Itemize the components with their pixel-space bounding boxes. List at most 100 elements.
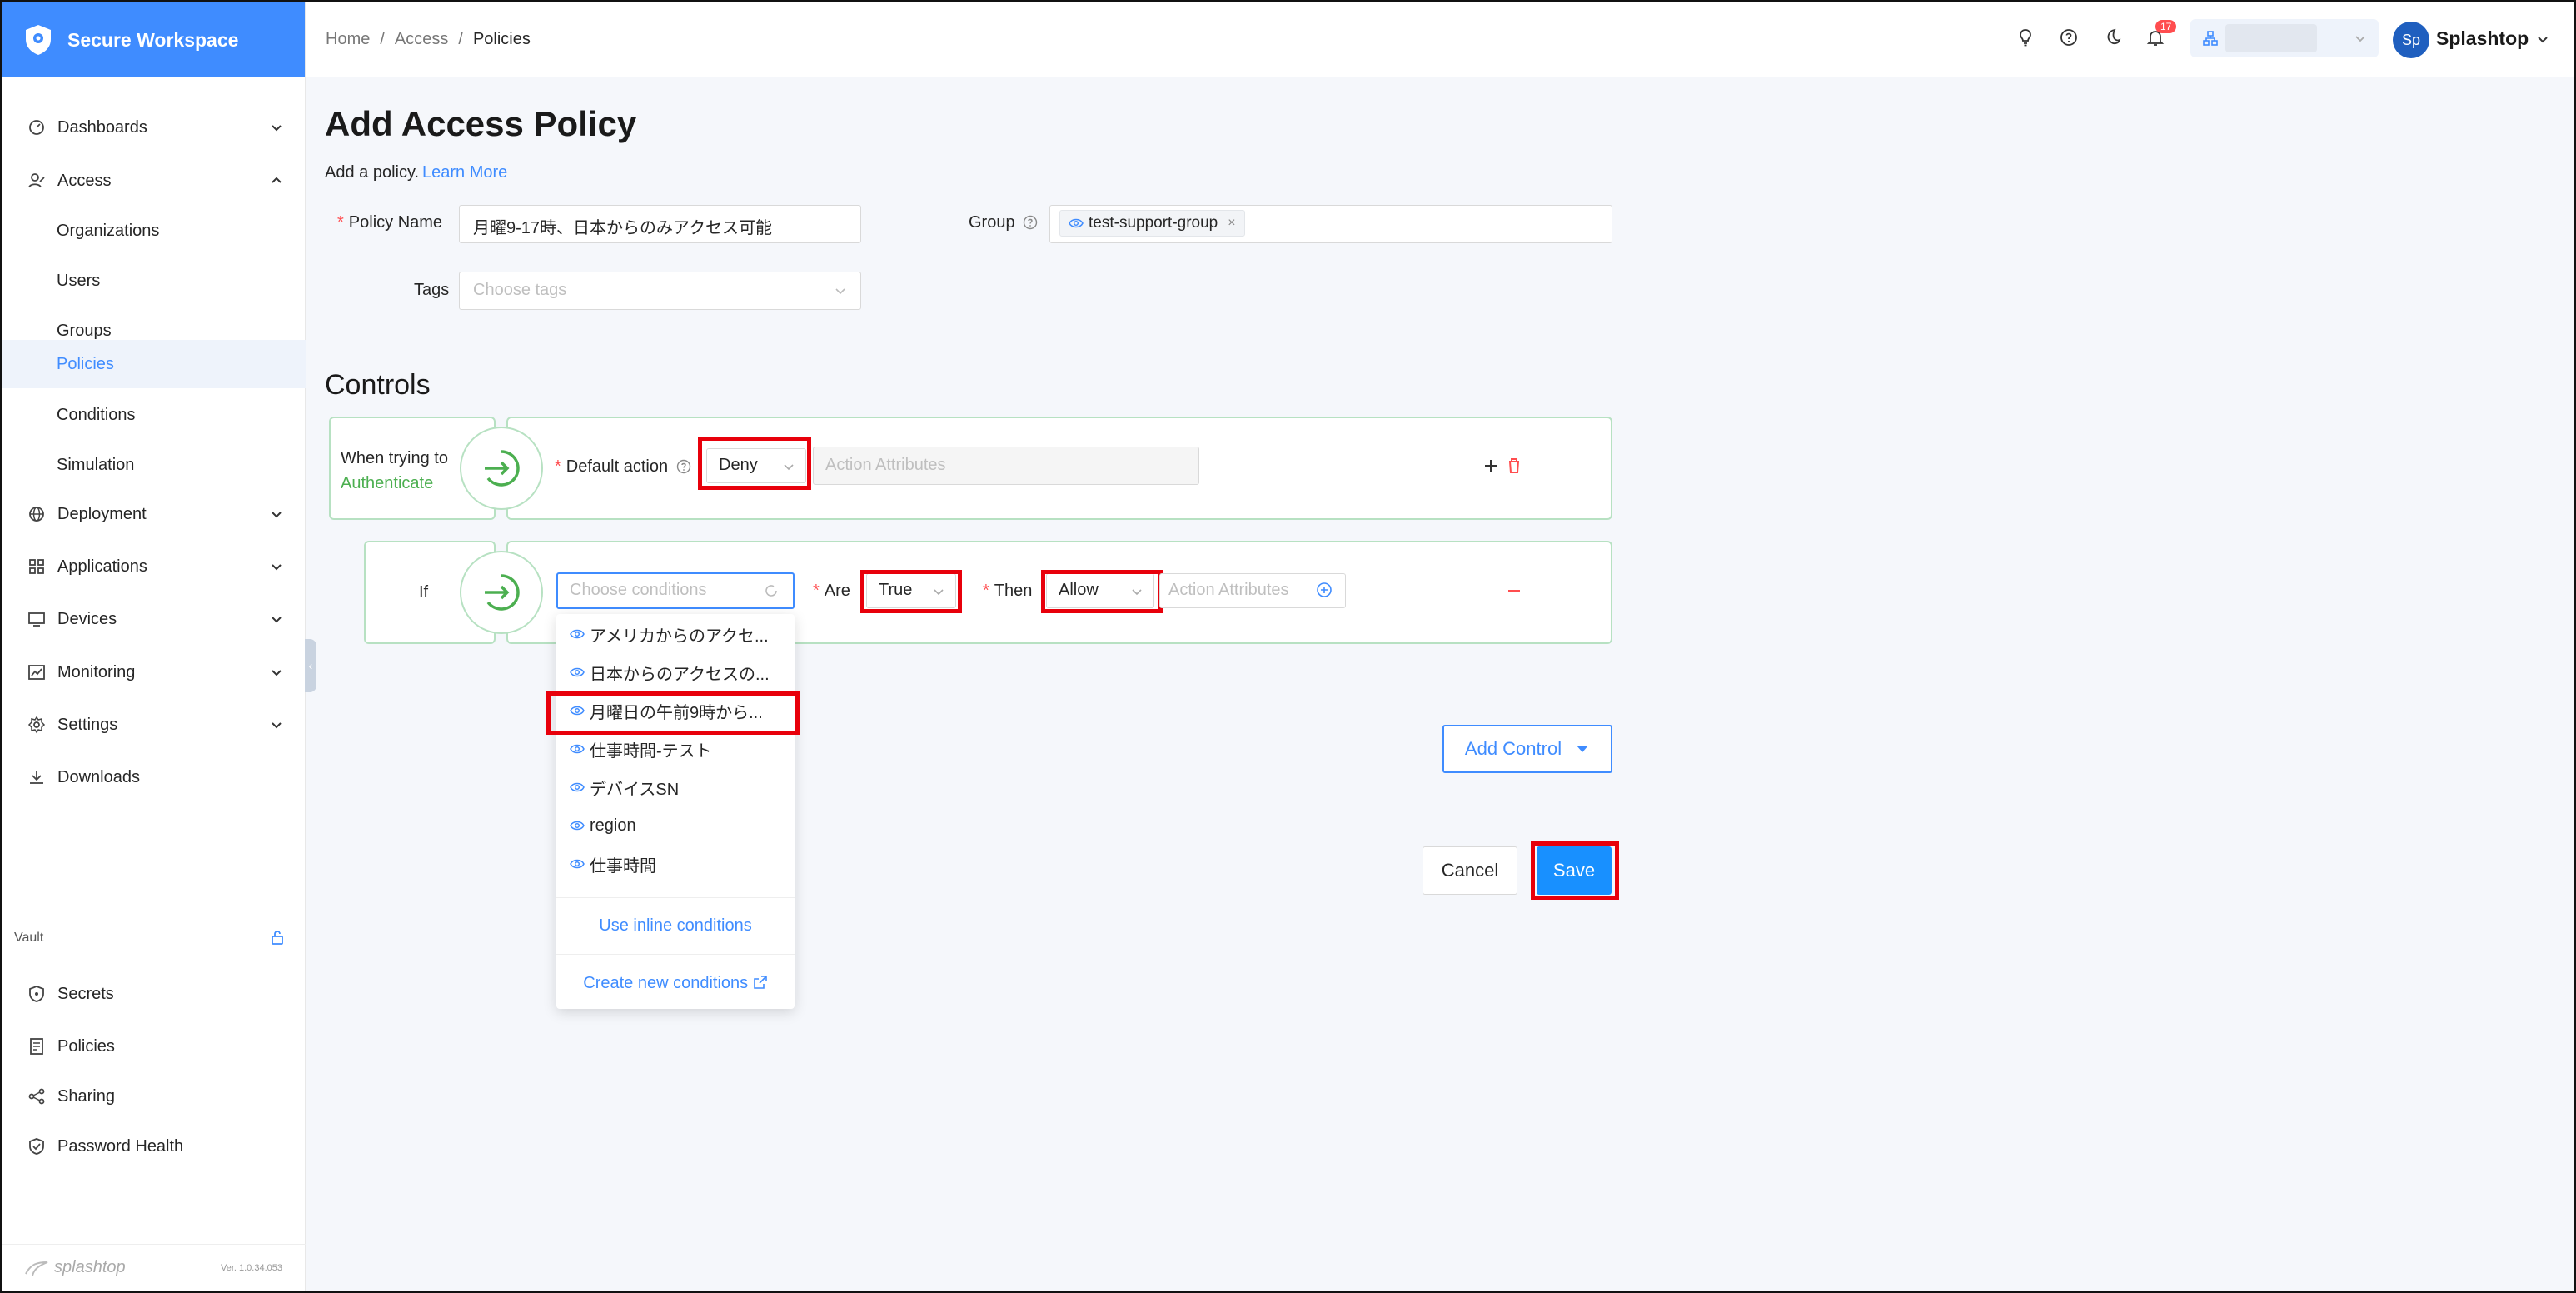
page-subtitle: Add a policy. Learn More	[325, 163, 508, 182]
chevron-down-icon	[2355, 36, 2365, 42]
external-link-icon	[753, 976, 767, 989]
cancel-button[interactable]: Cancel	[1423, 846, 1517, 895]
add-circle-icon[interactable]	[1316, 582, 1333, 598]
eye-icon	[570, 821, 585, 831]
screenshot-frame	[0, 0, 2576, 1293]
eye-icon	[570, 782, 585, 792]
plus-icon[interactable]	[1481, 456, 1501, 476]
chevron-down-icon	[272, 125, 282, 132]
chevron-down-icon[interactable]	[2535, 32, 2550, 47]
minus-icon[interactable]	[1504, 581, 1524, 601]
learn-more-link[interactable]: Learn More	[422, 163, 507, 182]
sidebar-subitem-simulation[interactable]: Simulation	[2, 441, 306, 489]
user-name[interactable]: Splashtop	[2436, 27, 2529, 50]
tags-select[interactable]: Choose tags	[459, 272, 861, 310]
eye-icon	[570, 859, 585, 869]
sidebar-subitem-users[interactable]: Users	[2, 257, 306, 305]
shield-check-icon	[29, 1138, 44, 1155]
lightbulb-icon[interactable]	[2015, 27, 2035, 47]
sidebar-item-monitoring[interactable]: Monitoring	[2, 649, 306, 696]
loading-icon	[765, 585, 777, 597]
chevron-down-icon	[272, 722, 282, 729]
breadcrumb-separator: /	[458, 30, 463, 48]
trash-icon[interactable]	[1504, 456, 1524, 476]
chart-icon	[28, 665, 45, 680]
default-action-select[interactable]: Deny	[706, 448, 806, 483]
eye-icon	[570, 744, 585, 754]
avatar[interactable]: Sp	[2393, 22, 2429, 58]
default-action-label: * Default action	[555, 457, 691, 477]
create-new-conditions-link[interactable]: Create new conditions	[556, 974, 795, 993]
chevron-down-icon	[1132, 589, 1142, 596]
unlock-icon[interactable]	[269, 929, 286, 946]
globe-icon	[29, 507, 44, 522]
chevron-down-icon	[784, 464, 794, 471]
page-title: Add Access Policy	[325, 104, 637, 143]
sidebar-item-vault-policies[interactable]: Policies	[2, 1023, 306, 1070]
dropdown-option[interactable]: 仕事時間	[570, 849, 656, 879]
dropdown-option[interactable]: 日本からのアクセスの...	[570, 657, 770, 687]
sidebar-item-label: Deployment	[57, 504, 147, 523]
remove-chip-icon[interactable]: ×	[1228, 216, 1235, 231]
sidebar-collapse-handle[interactable]: ‹	[305, 639, 316, 692]
conditions-select[interactable]: Choose conditions	[556, 572, 795, 609]
dropdown-option-selected[interactable]: 月曜日の午前9時から...	[570, 696, 763, 726]
then-select[interactable]: Allow	[1046, 573, 1154, 608]
policy-name-label: * Policy Name	[337, 213, 443, 232]
splashtop-footer-logo: splashtop	[24, 1258, 126, 1277]
apps-icon	[29, 559, 44, 574]
sidebar-item-downloads[interactable]: Downloads	[2, 754, 306, 801]
sidebar-item-label: Sharing	[57, 1086, 115, 1106]
if-label: If	[419, 583, 429, 602]
sidebar-item-sharing[interactable]: Sharing	[2, 1073, 306, 1120]
caret-down-icon	[1577, 746, 1589, 752]
dropdown-option[interactable]: デバイスSN	[570, 772, 679, 802]
brand-name: Secure Workspace	[67, 28, 239, 51]
chevron-down-icon	[835, 288, 845, 295]
monitor-icon	[28, 612, 45, 627]
sidebar-item-deployment[interactable]: Deployment	[2, 491, 306, 537]
dark-mode-icon[interactable]	[2102, 27, 2122, 47]
sidebar-item-dashboards[interactable]: Dashboards	[2, 104, 306, 151]
dropdown-option[interactable]: アメリカからのアクセ...	[570, 619, 769, 649]
save-button[interactable]: Save	[1537, 846, 1612, 895]
breadcrumb-access[interactable]: Access	[395, 30, 448, 49]
sidebar-subitem-organizations[interactable]: Organizations	[2, 207, 306, 255]
sidebar-subitem-policies[interactable]: Policies	[2, 340, 306, 388]
breadcrumb-home[interactable]: Home	[326, 30, 370, 49]
vault-label: Vault	[14, 931, 44, 945]
policy-name-input[interactable]: 月曜9-17時、日本からのみアクセス可能	[459, 205, 861, 243]
sidebar-item-password-health[interactable]: Password Health	[2, 1123, 306, 1170]
shield-logo-icon	[26, 25, 51, 55]
brand-header[interactable]: Secure Workspace	[2, 2, 305, 77]
use-inline-conditions-link[interactable]: Use inline conditions	[556, 916, 795, 936]
dropdown-option[interactable]: region	[570, 811, 636, 841]
help-icon[interactable]	[2059, 27, 2079, 47]
sidebar-subitem-conditions[interactable]: Conditions	[2, 391, 306, 439]
sidebar-item-label: Secrets	[57, 984, 114, 1003]
sidebar-item-settings[interactable]: Settings	[2, 701, 306, 748]
help-circle-icon[interactable]	[676, 459, 691, 474]
are-select[interactable]: True	[866, 573, 956, 608]
eye-icon	[570, 629, 585, 639]
sidebar-item-access[interactable]: Access	[2, 157, 306, 204]
dropdown-option[interactable]: 仕事時間-テスト	[570, 734, 712, 764]
control-trigger-text: When trying to Authenticate	[341, 449, 448, 492]
dropdown-divider	[556, 954, 795, 955]
document-icon	[30, 1038, 43, 1055]
organization-name-redacted	[2225, 24, 2317, 52]
sidebar-item-label: Dashboards	[57, 117, 147, 137]
then-label: * Then	[983, 582, 1033, 600]
organization-select[interactable]	[2190, 19, 2379, 57]
eye-icon	[570, 706, 585, 716]
help-circle-icon[interactable]	[1023, 215, 1038, 230]
are-label: * Are	[813, 582, 850, 600]
sidebar-item-label: Password Health	[57, 1136, 184, 1156]
sidebar-item-secrets[interactable]: Secrets	[2, 971, 306, 1017]
eye-icon	[570, 667, 585, 677]
sidebar-item-applications[interactable]: Applications	[2, 543, 306, 590]
add-control-button[interactable]: Add Control	[1442, 725, 1612, 773]
dropdown-divider	[556, 897, 795, 898]
sidebar-item-devices[interactable]: Devices	[2, 596, 306, 642]
enter-arrow-icon	[485, 574, 520, 611]
